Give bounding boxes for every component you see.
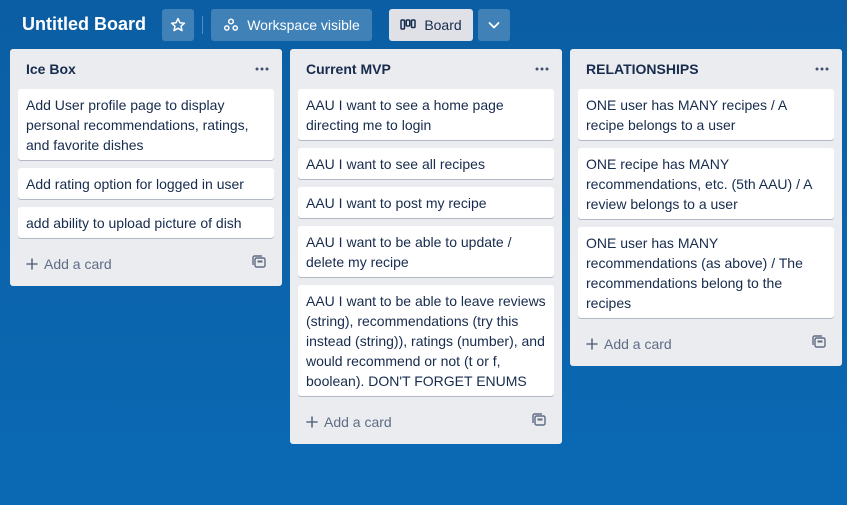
list-title[interactable]: Ice Box [26, 61, 76, 77]
card[interactable]: Add rating option for logged in user [18, 168, 274, 199]
list-header: Current MVP [290, 49, 562, 89]
list-footer: Add a card [570, 326, 842, 366]
more-horizontal-icon [255, 67, 269, 71]
add-card-label: Add a card [604, 336, 672, 352]
chevron-down-icon [487, 18, 501, 32]
add-card-button[interactable]: Add a card [26, 252, 112, 276]
list-title[interactable]: RELATIONSHIPS [586, 61, 699, 77]
board-icon [400, 19, 417, 31]
add-card-button[interactable]: Add a card [586, 332, 672, 356]
list-footer: Add a card [10, 246, 282, 286]
create-from-template-button[interactable] [252, 255, 268, 271]
card-template-icon [252, 255, 268, 269]
star-board-button[interactable] [162, 9, 194, 41]
add-card-label: Add a card [44, 256, 112, 272]
board-title[interactable]: Untitled Board [22, 12, 146, 36]
list-menu-button[interactable] [814, 61, 830, 77]
card[interactable]: AAU I want to see a home page directing … [298, 89, 554, 140]
card[interactable]: ONE user has MANY recipes / A recipe bel… [578, 89, 834, 140]
list-header: Ice Box [10, 49, 282, 89]
add-card-button[interactable]: Add a card [306, 410, 392, 434]
card[interactable]: ONE user has MANY recommendations (as ab… [578, 227, 834, 318]
board-view-label: Board [424, 17, 462, 33]
card[interactable]: Add User profile page to display persona… [18, 89, 274, 160]
card[interactable]: ONE recipe has MANY recommendations, etc… [578, 148, 834, 219]
add-card-label: Add a card [324, 414, 392, 430]
card[interactable]: AAU I want to post my recipe [298, 187, 554, 218]
list-cards: Add User profile page to display persona… [10, 89, 282, 238]
card[interactable]: AAU I want to be able to leave reviews (… [298, 285, 554, 396]
card-template-icon [532, 413, 548, 427]
list-cards: AAU I want to see a home page directing … [290, 89, 562, 396]
card-template-icon [812, 335, 828, 349]
create-from-template-button[interactable] [532, 413, 548, 429]
list-ice-box: Ice Box Add User profile page to display… [10, 49, 282, 286]
plus-icon [306, 416, 318, 428]
view-switcher-button[interactable] [478, 9, 510, 41]
card[interactable]: add ability to upload picture of dish [18, 207, 274, 238]
more-horizontal-icon [815, 67, 829, 71]
card[interactable]: AAU I want to see all recipes [298, 148, 554, 179]
list-menu-button[interactable] [254, 61, 270, 77]
card[interactable]: AAU I want to be able to update / delete… [298, 226, 554, 277]
list-relationships: RELATIONSHIPS ONE user has MANY recipes … [570, 49, 842, 366]
workspace-visible-button[interactable]: Workspace visible [211, 9, 372, 41]
list-cards: ONE user has MANY recipes / A recipe bel… [570, 89, 842, 318]
create-from-template-button[interactable] [812, 335, 828, 351]
board-view-button[interactable]: Board [389, 9, 473, 41]
list-title[interactable]: Current MVP [306, 61, 391, 77]
list-header: RELATIONSHIPS [570, 49, 842, 89]
workspace-visible-label: Workspace visible [247, 17, 360, 33]
workspace-visible-icon [223, 17, 239, 33]
star-icon [170, 17, 186, 33]
list-footer: Add a card [290, 404, 562, 444]
board-header: Untitled Board Workspace visible Board [0, 0, 847, 48]
more-horizontal-icon [535, 67, 549, 71]
list-current-mvp: Current MVP AAU I want to see a home pag… [290, 49, 562, 444]
header-divider [202, 16, 203, 34]
list-menu-button[interactable] [534, 61, 550, 77]
plus-icon [26, 258, 38, 270]
plus-icon [586, 338, 598, 350]
